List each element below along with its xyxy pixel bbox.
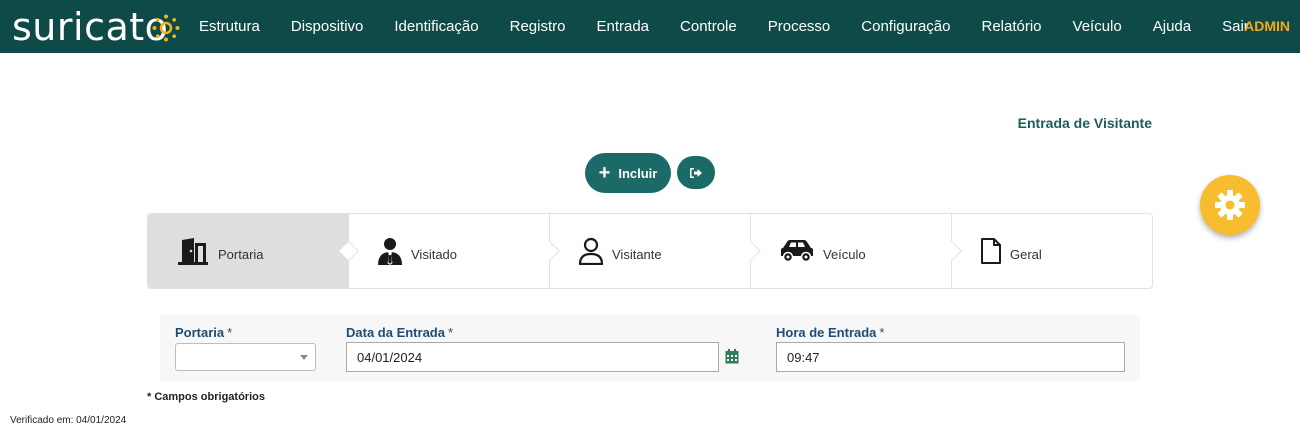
portaria-label: Portaria * [175, 325, 233, 340]
verified-date: Verificado em: 04/01/2024 [10, 415, 127, 426]
step-visitado[interactable]: Visitado [349, 214, 560, 288]
main-menu: Estrutura Dispositivo Identificação Regi… [199, 0, 1280, 53]
nav-processo[interactable]: Processo [768, 18, 831, 35]
nav-entrada[interactable]: Entrada [596, 18, 649, 35]
top-navbar: suricato Estrutura Dispositivo Identific… [0, 0, 1300, 53]
step-portaria[interactable]: Portaria [148, 214, 359, 288]
page-title: Entrada de Visitante [1017, 115, 1152, 131]
wizard-steps: Portaria Visitado Visitante Veículo Gera… [147, 213, 1153, 289]
user-menu[interactable]: ADMIN [1244, 18, 1290, 34]
exit-button[interactable] [677, 156, 715, 189]
nav-controle[interactable]: Controle [680, 18, 737, 35]
include-button-label: Incluir [618, 165, 658, 181]
include-button[interactable]: + Incluir [585, 153, 671, 193]
portaria-select[interactable] [175, 343, 316, 371]
sign-out-icon [690, 167, 702, 178]
user-outline-icon [578, 237, 604, 265]
step-geral[interactable]: Geral [952, 214, 1152, 288]
step-label: Geral [1010, 246, 1042, 262]
step-visitante[interactable]: Visitante [550, 214, 761, 288]
step-label: Visitante [612, 246, 662, 262]
brand-name: suricato [12, 5, 169, 49]
step-veiculo[interactable]: Veículo [751, 214, 962, 288]
car-icon [781, 240, 813, 263]
user-tie-icon [378, 238, 402, 265]
data-entrada-label: Data da Entrada * [346, 325, 454, 340]
settings-fab[interactable] [1200, 175, 1260, 235]
nav-configuracao[interactable]: Configuração [861, 18, 950, 35]
plus-icon: + [598, 162, 611, 184]
chevron-down-icon [300, 355, 308, 360]
file-icon [981, 238, 1001, 264]
required-fields-note: * Campos obrigatórios [147, 391, 265, 403]
gear-icon [1215, 190, 1245, 220]
nav-ajuda[interactable]: Ajuda [1153, 18, 1191, 35]
nav-estrutura[interactable]: Estrutura [199, 18, 260, 35]
nav-registro[interactable]: Registro [510, 18, 566, 35]
hora-entrada-input[interactable] [776, 342, 1125, 372]
door-icon [178, 238, 208, 265]
step-label: Veículo [823, 246, 866, 262]
nav-relatorio[interactable]: Relatório [982, 18, 1042, 35]
nav-identificacao[interactable]: Identificação [394, 18, 478, 35]
nav-dispositivo[interactable]: Dispositivo [291, 18, 364, 35]
sun-icon [152, 14, 180, 42]
brand-logo[interactable]: suricato [12, 5, 180, 49]
step-label: Visitado [411, 246, 458, 262]
hora-entrada-label: Hora de Entrada * [776, 325, 885, 340]
nav-veiculo[interactable]: Veículo [1073, 18, 1122, 35]
calendar-icon[interactable] [725, 349, 739, 364]
entry-form: Portaria* Data da Entrada* Hora de Entra… [160, 315, 1140, 381]
data-entrada-input[interactable] [346, 342, 719, 372]
step-label: Portaria [218, 246, 264, 262]
